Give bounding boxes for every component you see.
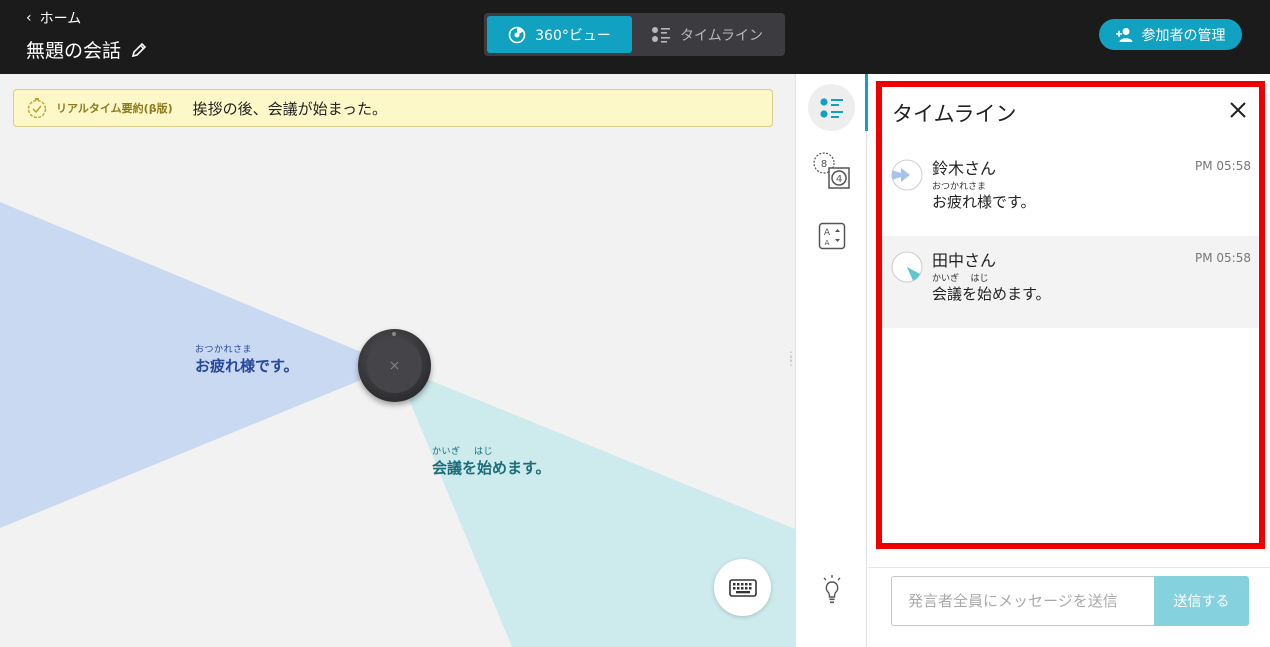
device-logo-icon (390, 361, 399, 370)
manage-participants-label: 参加者の管理 (1141, 27, 1226, 44)
timeline-list-icon (651, 26, 670, 43)
add-person-icon (1115, 27, 1132, 42)
realtime-summary-bar: リアルタイム要約(β版) 挨拶の後、会議が始まった。 (13, 89, 773, 127)
tab-timeline-label: タイムライン (679, 27, 764, 44)
text-size-icon: A A (818, 222, 845, 249)
manage-participants-button[interactable]: 参加者の管理 (1099, 19, 1242, 50)
svg-text:A: A (823, 228, 830, 238)
svg-text:8: 8 (820, 159, 826, 170)
rail-devices-button[interactable]: 8 4 (808, 147, 855, 194)
stopwatch-check-icon (27, 98, 47, 119)
speech-text: 会議を始めます。 (432, 459, 551, 477)
broadcast-message-bar: 送信する (891, 576, 1249, 626)
back-link[interactable]: ‹ ホーム (26, 8, 81, 28)
conversation-title: 無題の会話 (26, 40, 122, 62)
speaker-direction-avatar (891, 159, 923, 191)
tab-360-view[interactable]: 360°ビュー (487, 16, 632, 53)
summary-text: 挨拶の後、会議が始まった。 (192, 99, 388, 118)
speaker-direction-avatar (891, 251, 923, 283)
speech-ruby: おつかれさま (195, 345, 253, 355)
rail-translation-button[interactable]: A A (808, 212, 855, 259)
tab-timeline[interactable]: タイムライン (632, 16, 782, 53)
360-view-canvas: リアルタイム要約(β版) 挨拶の後、会議が始まった。 おつかれさま お疲れ様です… (0, 74, 795, 647)
timeline-entry: 鈴木さん PM 05:58 おつかれさま お疲れ様です。 (882, 144, 1259, 236)
keyboard-icon (728, 578, 757, 597)
360-view-icon (508, 26, 526, 43)
side-tool-rail: 8 4 A A (795, 74, 868, 647)
view-toggle: 360°ビュー タイムライン (484, 13, 785, 56)
rail-timeline-button[interactable] (808, 84, 855, 131)
timeline-title: タイムライン (892, 102, 1017, 126)
speech-text: お疲れ様です。 (195, 357, 299, 375)
rail-tips-button[interactable] (808, 566, 855, 613)
speaker-name: 鈴木さん (932, 159, 997, 178)
svg-text:4: 4 (835, 174, 841, 185)
speech-ruby: かいぎ はじ (432, 447, 493, 457)
lightbulb-icon (823, 574, 840, 603)
summary-label: リアルタイム要約(β版) (56, 102, 173, 115)
timeline-panel: タイムライン 鈴木さん PM 05:58 おつかれさま お疲れ様です。 田中さん… (876, 81, 1265, 549)
speakerphone-device (358, 329, 431, 402)
device-led (392, 332, 396, 336)
broadcast-message-input[interactable] (891, 576, 1154, 626)
chevron-left-icon: ‹ (26, 10, 32, 26)
resize-grip-icon[interactable]: ⋮ ⋮ (785, 350, 795, 367)
timeline-entry: 田中さん PM 05:58 かいぎ はじ 会議を始めます。 (882, 236, 1259, 328)
send-button[interactable]: 送信する (1154, 576, 1249, 626)
speech-bubble-suzuki: おつかれさま お疲れ様です。 (195, 342, 299, 376)
timestamp: PM 05:58 (1195, 251, 1251, 265)
device-top (367, 338, 422, 393)
app-header: ‹ ホーム 無題の会話 360°ビュー タイムライン 参加者の管理 (0, 0, 1270, 74)
close-icon[interactable] (1229, 101, 1247, 119)
timestamp: PM 05:58 (1195, 159, 1251, 173)
timeline-list-icon (819, 97, 843, 118)
speech-bubble-tanaka: かいぎ はじ 会議を始めます。 (432, 444, 551, 478)
message-text: 会議を始めます。 (932, 285, 1051, 303)
svg-text:A: A (824, 239, 829, 247)
back-label: ホーム (39, 11, 82, 27)
edit-pencil-icon[interactable] (131, 42, 147, 58)
message-text: お疲れ様です。 (932, 193, 1036, 211)
keyboard-input-button[interactable] (714, 559, 771, 616)
device-count-icon: 8 4 (812, 151, 850, 189)
message-bar-divider (868, 567, 1270, 568)
conversation-title-row: 無題の会話 (26, 36, 147, 63)
speaker-name: 田中さん (932, 251, 997, 270)
tab-360-view-label: 360°ビュー (535, 27, 611, 44)
